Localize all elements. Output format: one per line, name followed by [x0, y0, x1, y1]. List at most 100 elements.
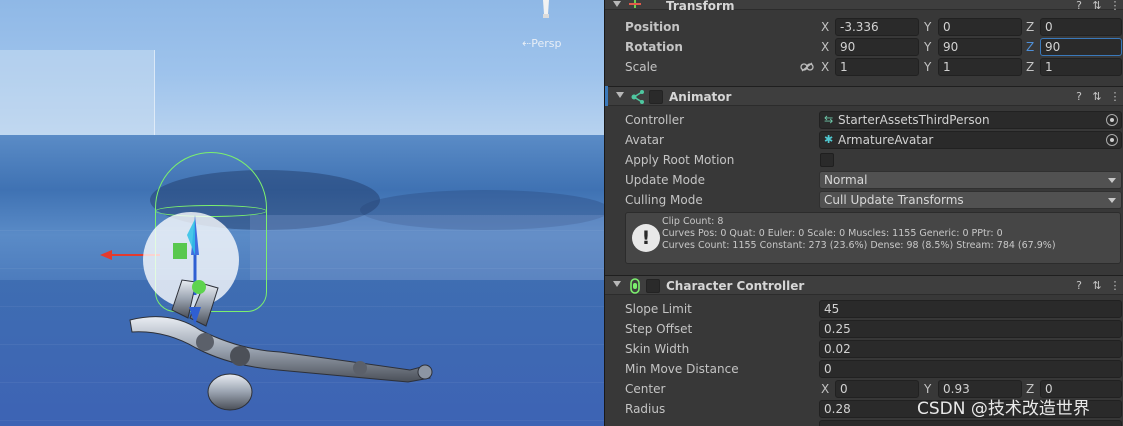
character-controller-enabled-checkbox[interactable] — [646, 279, 660, 293]
update-mode-value: Normal — [824, 173, 868, 187]
center-x-field[interactable]: 0 — [835, 380, 919, 398]
preset-settings-icon[interactable]: ⇅ — [1090, 279, 1104, 293]
axis-x-label[interactable]: X — [821, 382, 829, 396]
chevron-down-icon — [1108, 178, 1116, 183]
slope-limit-field[interactable]: 45 — [819, 300, 1122, 318]
min-move-distance-row: Min Move Distance 0 — [605, 359, 1123, 379]
axis-z-label[interactable]: Z — [1026, 40, 1034, 54]
preset-settings-icon[interactable]: ⇅ — [1090, 0, 1104, 13]
culling-mode-row: Culling Mode Cull Update Transforms — [605, 190, 1123, 210]
animator-title: Animator — [669, 90, 732, 104]
transform-position-row: Position X -3.336 Y 0 Z 0 — [605, 17, 1123, 37]
skin-width-label: Skin Width — [625, 342, 690, 356]
height-row-partial — [605, 419, 1123, 426]
chevron-down-icon — [1108, 198, 1116, 203]
character-controller-icon — [630, 278, 640, 294]
position-label: Position — [625, 20, 680, 34]
avatar-asset-icon: ✱ — [824, 133, 834, 146]
rotation-y-field[interactable]: 90 — [938, 38, 1022, 56]
help-icon[interactable]: ? — [1072, 279, 1086, 293]
skin-width-field[interactable]: 0.02 — [819, 340, 1122, 358]
apply-root-motion-row: Apply Root Motion — [605, 150, 1123, 170]
axis-y-label[interactable]: Y — [924, 40, 931, 54]
scene-view[interactable]: ⇠Persp — [0, 0, 604, 426]
transform-rotation-row: Rotation X 90 Y 90 Z 90 — [605, 37, 1123, 57]
min-move-distance-label: Min Move Distance — [625, 362, 739, 376]
inspector-panel: Transform ? ⇅ ⋮ Position X -3.336 Y 0 Z … — [604, 0, 1123, 426]
height-field[interactable] — [819, 420, 1122, 426]
axis-z-label[interactable]: Z — [1026, 60, 1034, 74]
animator-foldout-icon[interactable] — [616, 92, 624, 98]
transform-foldout-icon[interactable] — [613, 1, 621, 7]
position-y-field[interactable]: 0 — [938, 18, 1022, 36]
preset-settings-icon[interactable]: ⇅ — [1090, 90, 1104, 104]
culling-mode-dropdown[interactable]: Cull Update Transforms — [819, 191, 1122, 209]
move-gizmo-axes-icon[interactable] — [165, 215, 225, 325]
animator-icon — [631, 90, 644, 104]
animator-header[interactable]: Animator ? ⇅ ⋮ — [608, 86, 1123, 106]
object-picker-icon[interactable] — [1106, 134, 1118, 146]
animator-avatar-row: Avatar ✱ ArmatureAvatar — [605, 130, 1123, 150]
axis-x-label[interactable]: X — [821, 40, 829, 54]
axis-y-label[interactable]: Y — [924, 20, 931, 34]
transform-header[interactable]: Transform ? ⇅ ⋮ — [605, 0, 1123, 13]
projection-mode-text: Persp — [531, 37, 562, 50]
controller-label: Controller — [625, 113, 685, 127]
scale-x-field[interactable]: 1 — [835, 58, 919, 76]
avatar-value: ArmatureAvatar — [838, 133, 934, 147]
slope-limit-row: Slope Limit 45 — [605, 299, 1123, 319]
animator-controller-asset-icon: ⇆ — [824, 113, 834, 126]
scale-z-field[interactable]: 1 — [1040, 58, 1122, 76]
scene-orientation-gizmo-icon[interactable] — [539, 0, 553, 20]
step-offset-field[interactable]: 0.25 — [819, 320, 1122, 338]
character-controller-foldout-icon[interactable] — [613, 281, 621, 287]
slope-limit-label: Slope Limit — [625, 302, 692, 316]
position-x-field[interactable]: -3.336 — [835, 18, 919, 36]
clip-count-text: Clip Count: 8 — [662, 216, 724, 227]
csdn-watermark: CSDN @技术改造世界 — [917, 399, 1090, 419]
character-model[interactable] — [110, 270, 450, 420]
transform-scale-row: Scale X 1 Y 1 Z 1 — [605, 57, 1123, 77]
update-mode-label: Update Mode — [625, 173, 705, 187]
animator-enabled-checkbox[interactable] — [649, 90, 663, 104]
rotation-label: Rotation — [625, 40, 683, 54]
context-menu-icon[interactable]: ⋮ — [1108, 279, 1122, 293]
axis-x-label[interactable]: X — [821, 60, 829, 74]
axis-z-label[interactable]: Z — [1026, 20, 1034, 34]
rotation-x-field[interactable]: 90 — [835, 38, 919, 56]
apply-root-motion-checkbox[interactable] — [820, 153, 834, 167]
animator-controller-row: Controller ⇆ StarterAssetsThirdPerson — [605, 110, 1123, 130]
scale-y-field[interactable]: 1 — [938, 58, 1022, 76]
avatar-object-field[interactable]: ✱ ArmatureAvatar — [819, 131, 1122, 149]
radius-label: Radius — [625, 402, 666, 416]
constrain-proportions-link-icon[interactable] — [800, 62, 814, 72]
rotation-z-field[interactable]: 90 — [1040, 38, 1122, 56]
character-controller-title: Character Controller — [666, 279, 805, 293]
min-move-distance-field[interactable]: 0 — [819, 360, 1122, 378]
object-picker-icon[interactable] — [1106, 114, 1118, 126]
step-offset-label: Step Offset — [625, 322, 693, 336]
axis-x-label[interactable]: X — [821, 20, 829, 34]
help-icon[interactable]: ? — [1072, 90, 1086, 104]
context-menu-icon[interactable]: ⋮ — [1108, 0, 1122, 13]
culling-mode-value: Cull Update Transforms — [824, 193, 964, 207]
help-icon[interactable]: ? — [1072, 0, 1086, 13]
position-z-field[interactable]: 0 — [1040, 18, 1122, 36]
update-mode-row: Update Mode Normal — [605, 170, 1123, 190]
context-menu-icon[interactable]: ⋮ — [1108, 90, 1122, 104]
scale-label: Scale — [625, 60, 658, 74]
culling-mode-label: Culling Mode — [625, 193, 703, 207]
step-offset-row: Step Offset 0.25 — [605, 319, 1123, 339]
character-controller-header[interactable]: Character Controller ? ⇅ ⋮ — [605, 275, 1123, 295]
scene-projection-label[interactable]: ⇠Persp — [522, 37, 561, 50]
scene-skybox-panel — [0, 50, 155, 135]
persp-arrow-icon: ⇠ — [522, 37, 532, 50]
curves-count-text: Curves Count: 1155 Constant: 273 (23.6%)… — [662, 240, 1056, 251]
center-label: Center — [625, 382, 666, 396]
skin-width-row: Skin Width 0.02 — [605, 339, 1123, 359]
apply-root-motion-label: Apply Root Motion — [625, 153, 735, 167]
animator-info-helpbox: ! Clip Count: 8 Curves Pos: 0 Quat: 0 Eu… — [625, 212, 1121, 264]
update-mode-dropdown[interactable]: Normal — [819, 171, 1122, 189]
axis-y-label[interactable]: Y — [924, 60, 931, 74]
controller-object-field[interactable]: ⇆ StarterAssetsThirdPerson — [819, 111, 1122, 129]
